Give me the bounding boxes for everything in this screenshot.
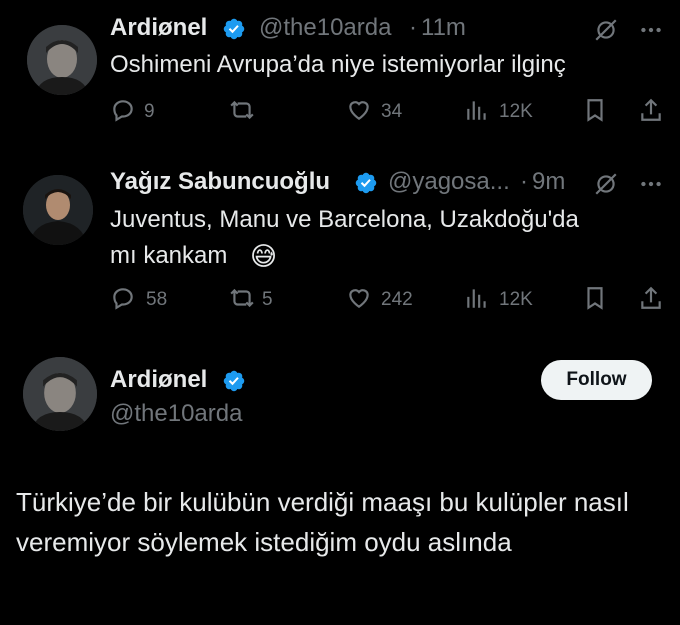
bookmark-icon[interactable] <box>582 285 608 311</box>
tweet-text-line-1: Juventus, Manu ve Barcelona, Uzakdoğu'da <box>110 206 579 233</box>
author-handle[interactable]: @yagosa... <box>388 168 510 196</box>
tweet-time[interactable]: 9m <box>532 168 565 196</box>
retweet-count: 5 <box>262 289 273 310</box>
verified-badge-icon <box>355 172 377 194</box>
bookmark-icon[interactable] <box>582 97 608 123</box>
avatar[interactable] <box>27 25 97 95</box>
tweet-text-line-2: mı kankam <box>110 242 228 269</box>
verified-badge-icon <box>223 18 245 40</box>
verified-badge-icon <box>223 370 245 392</box>
like-icon[interactable] <box>346 285 372 311</box>
like-count: 242 <box>381 289 413 310</box>
more-icon[interactable] <box>638 17 664 43</box>
author-name[interactable]: Yağız Sabuncuoğlu <box>110 168 330 196</box>
tweet-text: Oshimeni Avrupa’da niye istemiyorlar ilg… <box>110 51 566 78</box>
author-handle[interactable]: @the10arda <box>259 14 391 42</box>
tweet-text: Türkiye’de bir kulübün verdiği maaşı bu … <box>16 487 629 557</box>
retweet-icon[interactable] <box>228 285 256 311</box>
time-separator: · <box>520 168 528 195</box>
view-count: 12K <box>499 101 533 122</box>
reply-icon[interactable] <box>110 97 136 123</box>
views-icon[interactable] <box>464 97 490 123</box>
view-count: 12K <box>499 289 533 310</box>
grok-icon[interactable] <box>593 17 619 43</box>
like-count: 34 <box>381 101 403 122</box>
sweat-smile-emoji: 😅 <box>250 241 278 271</box>
reply-count: 58 <box>146 289 168 310</box>
like-icon[interactable] <box>346 97 372 123</box>
avatar[interactable] <box>23 175 93 245</box>
share-icon[interactable] <box>638 97 664 123</box>
reply-icon[interactable] <box>110 285 136 311</box>
more-icon[interactable] <box>638 171 664 197</box>
retweet-icon[interactable] <box>228 97 256 123</box>
share-icon[interactable] <box>638 285 664 311</box>
author-name[interactable]: Ardiønel <box>110 366 207 394</box>
time-separator: · <box>409 14 417 41</box>
tweet-time[interactable]: 11m <box>421 14 466 42</box>
views-icon[interactable] <box>464 285 490 311</box>
avatar[interactable] <box>23 357 97 431</box>
grok-icon[interactable] <box>593 171 619 197</box>
author-name[interactable]: Ardiønel <box>110 14 207 42</box>
author-handle[interactable]: @the10arda <box>110 400 242 428</box>
reply-count: 9 <box>144 101 155 122</box>
follow-button[interactable]: Follow <box>541 360 652 400</box>
